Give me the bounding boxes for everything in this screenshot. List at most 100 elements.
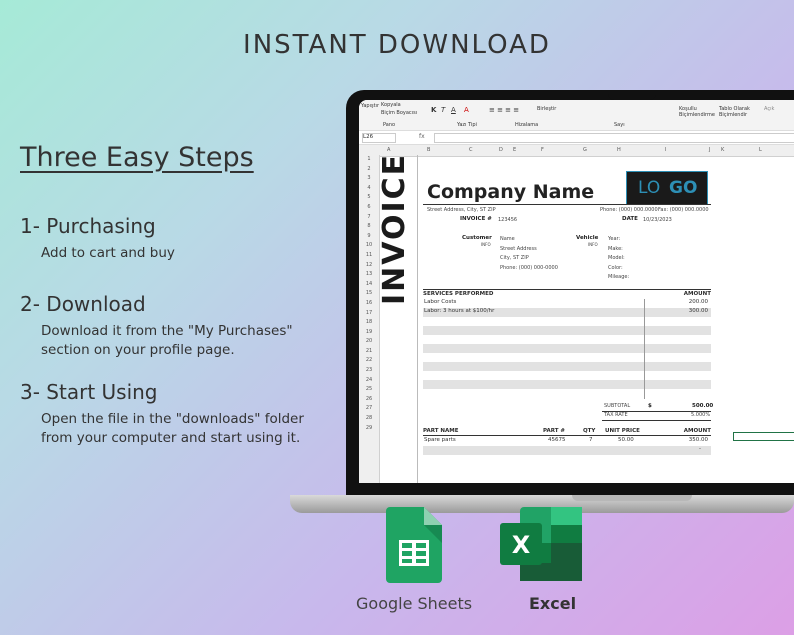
invoice-document: Company Name LO GO Street Address, City,… [417,155,718,483]
service-desc-2: Labor: 3 hours at $100/hr [424,308,494,314]
row-header[interactable]: 21 [359,347,379,357]
column-header[interactable]: L [759,147,762,153]
service-row-3 [423,317,711,326]
row-header[interactable]: 13 [359,270,379,280]
row-header[interactable]: 1 [359,155,379,165]
conditional-format-button[interactable]: Koşullu Biçimlendirme [679,106,721,118]
row-header[interactable]: 22 [359,356,379,366]
name-box[interactable]: L26 [362,133,396,143]
row-header[interactable]: 27 [359,404,379,414]
step-2-desc-line-1: Download it from the "My Purchases" [41,323,293,339]
logo-text-go: GO [669,178,697,198]
row-header[interactable]: 28 [359,414,379,424]
bold-button[interactable]: K [431,106,436,114]
step-2: 2- Download Download it from the "My Pur… [20,292,293,360]
service-amount-2: 300.00 [689,308,708,314]
step-3: 3- Start Using Open the file in the "dow… [20,380,304,448]
format-as-table-button[interactable]: Tablo Olarak Biçimlendir [719,106,757,118]
service-desc-1: Labor Costs [424,299,456,305]
row-header[interactable]: 3 [359,174,379,184]
row-header[interactable]: 6 [359,203,379,213]
vehicle-info: INFO [588,242,598,247]
row-header[interactable]: 8 [359,222,379,232]
row-header[interactable]: 7 [359,213,379,223]
phone: Phone: (000) 000.0000 [600,207,658,213]
row-header[interactable]: 15 [359,289,379,299]
part-no-header: PART # [543,428,565,434]
row-header[interactable]: 18 [359,318,379,328]
vehicle-color: Color: [608,265,623,271]
row-header[interactable]: 23 [359,366,379,376]
customer-name: Name [500,236,515,242]
services-header: SERVICES PERFORMED AMOUNT [423,289,711,298]
row-header[interactable]: 26 [359,395,379,405]
italic-button[interactable]: T [441,106,445,114]
row-header[interactable]: 5 [359,193,379,203]
parts-amount-header: AMOUNT [684,428,711,434]
row-header[interactable]: 17 [359,309,379,319]
subtotal-value: 500.00 [692,403,713,409]
date-label: DATE [622,216,638,222]
part-amount-2: - [699,446,701,452]
google-sheets-icon [386,507,442,583]
step-1: 1- Purchasing Add to cart and buy [20,214,175,263]
row-header[interactable]: 16 [359,299,379,309]
clipboard-group-label: Pano [383,122,395,128]
row-header[interactable]: 12 [359,261,379,271]
font-group-label: Yazı Tipi [457,122,477,128]
svg-text:X: X [512,531,531,559]
service-row-1: Labor Costs 200.00 [423,299,711,308]
selected-cell[interactable] [733,432,794,441]
column-header[interactable]: B [427,147,430,153]
column-header[interactable]: H [617,147,621,153]
light-style[interactable]: Açık [764,106,774,112]
row-header[interactable]: 4 [359,184,379,194]
paste-button[interactable]: Yapıştır [361,103,379,109]
tax-label: TAX RATE [604,412,628,418]
formula-input[interactable] [434,133,794,143]
qty-header: QTY [583,428,595,434]
step-3-desc-line-1: Open the file in the "downloads" folder [41,411,304,427]
step-3-desc-line-2: from your computer and start using it. [41,430,300,446]
column-header[interactable]: D [499,147,503,153]
service-row-5 [423,335,711,344]
column-header[interactable]: J [709,147,710,153]
row-header[interactable]: 10 [359,241,379,251]
address: Street Address, City, ST ZIP [427,207,496,213]
step-2-title: 2- Download [20,292,293,316]
column-header[interactable]: I [665,147,666,153]
unit-price-header: UNIT PRICE [605,428,640,434]
row-header[interactable]: 20 [359,337,379,347]
service-row-9 [423,371,711,380]
part-amount-1: 350.00 [689,437,708,443]
align-icons[interactable]: ≡ ≡ ≡ ≡ [489,106,519,114]
vehicle-mileage: Mileage: [608,274,629,280]
merge-button[interactable]: Birleştir [537,106,556,112]
service-row-11 [423,389,711,398]
font-color-button[interactable]: A [464,106,469,114]
subtotal-label: SUBTOTAL [604,403,630,409]
column-header[interactable]: K [721,147,724,153]
column-header[interactable]: E [513,147,516,153]
row-header[interactable]: 24 [359,376,379,386]
row-header[interactable]: 11 [359,251,379,261]
column-header[interactable]: C [469,147,473,153]
row-header[interactable]: 19 [359,328,379,338]
vehicle-label: Vehicle [576,235,598,241]
row-header[interactable]: 25 [359,385,379,395]
column-header[interactable]: F [541,147,544,153]
row-header[interactable]: 14 [359,280,379,290]
headline: INSTANT DOWNLOAD [0,30,794,60]
row-header[interactable]: 2 [359,165,379,175]
services-amount-header: AMOUNT [684,291,711,297]
parts-header: PART NAME PART # QTY UNIT PRICE AMOUNT [423,427,711,436]
underline-button[interactable]: A [451,106,456,114]
customer-city: City, ST ZIP [500,255,529,261]
column-header[interactable]: G [583,147,587,153]
row-header[interactable]: 9 [359,232,379,242]
fax: Fax: (000) 000.0000 [658,207,709,213]
row-header[interactable]: 29 [359,424,379,434]
copy-button[interactable]: Kopyala [381,102,401,108]
format-painter-button[interactable]: Biçim Boyacısı [381,110,417,116]
invoice-number-label: INVOICE # [460,216,492,222]
